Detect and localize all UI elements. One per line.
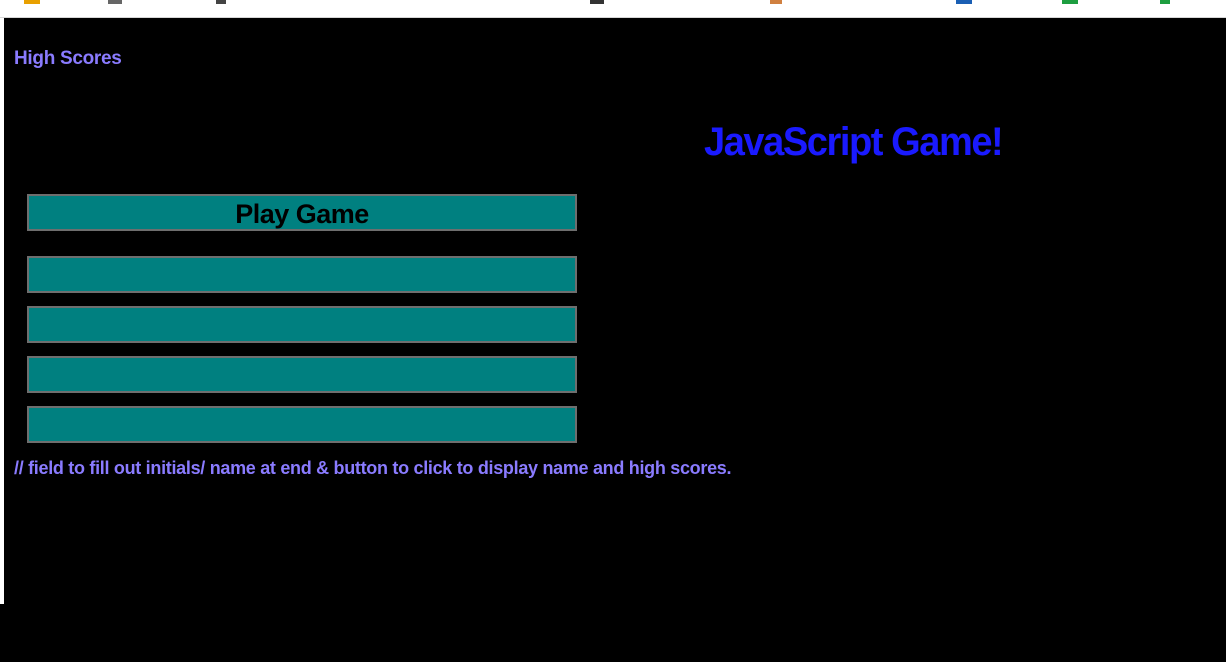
answer-button-1[interactable] bbox=[27, 256, 577, 293]
bookmark-icon[interactable] bbox=[770, 0, 782, 4]
bookmark-icon[interactable] bbox=[956, 0, 972, 4]
game-page: High Scores JavaScript Game! Play Game /… bbox=[4, 18, 1226, 662]
answer-button-4[interactable] bbox=[27, 406, 577, 443]
high-scores-link[interactable]: High Scores bbox=[14, 48, 122, 70]
bookmark-icon[interactable] bbox=[216, 0, 226, 4]
browser-bookmarks-bar bbox=[0, 0, 1226, 18]
apps-icon[interactable] bbox=[24, 0, 40, 4]
page-title: JavaScript Game! bbox=[704, 120, 1004, 164]
answer-button-3[interactable] bbox=[27, 356, 577, 393]
bookmark-icon[interactable] bbox=[1160, 0, 1170, 4]
bookmark-icon[interactable] bbox=[590, 0, 604, 4]
answer-button-2[interactable] bbox=[27, 306, 577, 343]
comment-note: // field to fill out initials/ name at e… bbox=[14, 458, 732, 478]
bookmark-icon[interactable] bbox=[108, 0, 122, 4]
bookmark-icon[interactable] bbox=[1062, 0, 1078, 4]
play-game-button[interactable]: Play Game bbox=[27, 194, 577, 231]
